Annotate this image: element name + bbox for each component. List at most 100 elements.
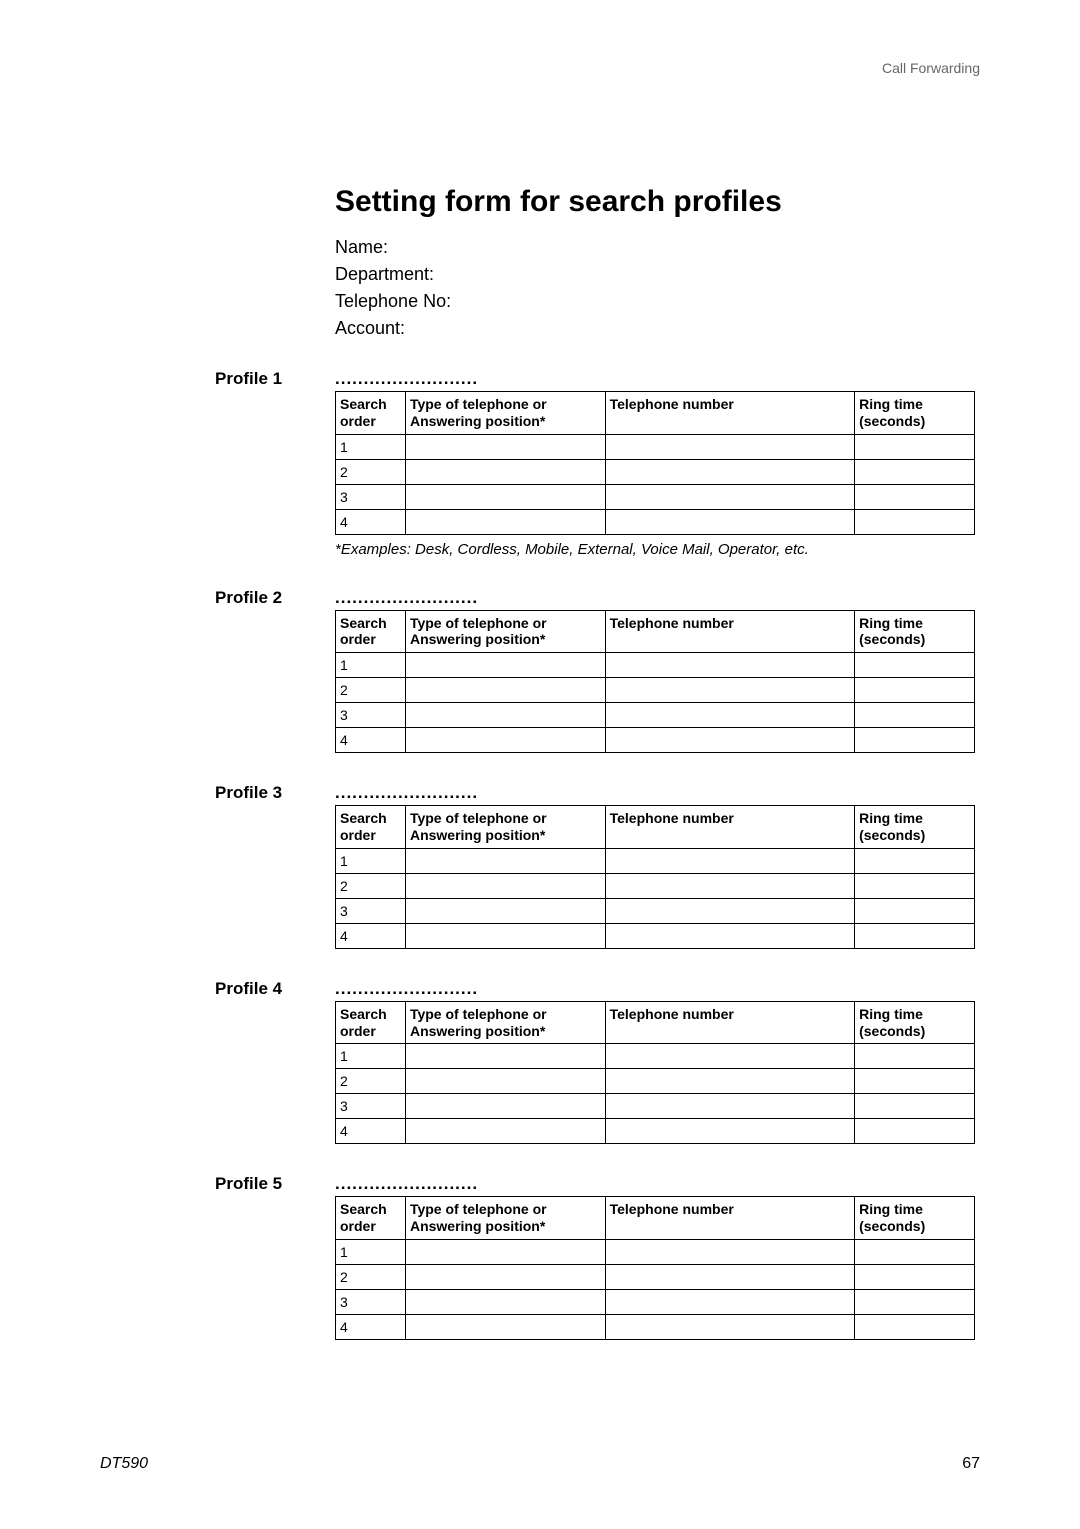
profile-label: Profile 4 bbox=[215, 979, 282, 999]
profile-label: Profile 1 bbox=[215, 369, 282, 389]
cell-empty bbox=[855, 653, 975, 678]
col-search-order: Search order bbox=[336, 392, 406, 435]
col-search-order: Search order bbox=[336, 1197, 406, 1240]
cell-empty bbox=[405, 434, 605, 459]
cell-empty bbox=[605, 1094, 855, 1119]
cell-order: 1 bbox=[336, 848, 406, 873]
table-row: 1 bbox=[336, 434, 975, 459]
cell-empty bbox=[855, 1044, 975, 1069]
col-tel-number: Telephone number bbox=[605, 1001, 855, 1044]
table-row: 1 bbox=[336, 653, 975, 678]
table-row: 2 bbox=[336, 1264, 975, 1289]
table-row: 4 bbox=[336, 509, 975, 534]
cell-empty bbox=[855, 1314, 975, 1339]
footnote: *Examples: Desk, Cordless, Mobile, Exter… bbox=[335, 541, 980, 558]
cell-empty bbox=[605, 459, 855, 484]
col-ring-time: Ring time (seconds) bbox=[855, 392, 975, 435]
col-search-order: Search order bbox=[336, 610, 406, 653]
field-department: Department: bbox=[335, 264, 980, 285]
cell-empty bbox=[855, 484, 975, 509]
col-type: Type of telephone or Answering position* bbox=[405, 392, 605, 435]
dotted-placeholder: ......................... bbox=[335, 588, 980, 608]
cell-empty bbox=[605, 898, 855, 923]
cell-order: 2 bbox=[336, 873, 406, 898]
cell-order: 4 bbox=[336, 728, 406, 753]
cell-empty bbox=[605, 434, 855, 459]
col-ring-time: Ring time (seconds) bbox=[855, 610, 975, 653]
cell-empty bbox=[605, 653, 855, 678]
table-row: 1 bbox=[336, 1044, 975, 1069]
col-search-order: Search order bbox=[336, 1001, 406, 1044]
cell-empty bbox=[855, 898, 975, 923]
cell-empty bbox=[605, 1264, 855, 1289]
cell-order: 1 bbox=[336, 434, 406, 459]
profile-section: Profile 3.........................Search… bbox=[215, 783, 980, 949]
cell-empty bbox=[405, 678, 605, 703]
table-row: 3 bbox=[336, 484, 975, 509]
cell-empty bbox=[855, 509, 975, 534]
dotted-placeholder: ......................... bbox=[335, 1174, 980, 1194]
profile-section: Profile 1.........................Search… bbox=[215, 369, 980, 558]
table-row: 1 bbox=[336, 848, 975, 873]
cell-order: 3 bbox=[336, 703, 406, 728]
cell-order: 4 bbox=[336, 1119, 406, 1144]
cell-empty bbox=[855, 873, 975, 898]
profile-label: Profile 5 bbox=[215, 1174, 282, 1194]
table-row: 1 bbox=[336, 1239, 975, 1264]
cell-empty bbox=[605, 1044, 855, 1069]
cell-order: 1 bbox=[336, 1239, 406, 1264]
table-row: 4 bbox=[336, 1314, 975, 1339]
cell-empty bbox=[405, 1119, 605, 1144]
cell-empty bbox=[405, 898, 605, 923]
cell-empty bbox=[605, 678, 855, 703]
table-row: 2 bbox=[336, 873, 975, 898]
col-tel-number: Telephone number bbox=[605, 1197, 855, 1240]
cell-empty bbox=[855, 728, 975, 753]
cell-empty bbox=[855, 923, 975, 948]
cell-empty bbox=[405, 728, 605, 753]
cell-empty bbox=[405, 1239, 605, 1264]
cell-empty bbox=[405, 848, 605, 873]
profile-label: Profile 2 bbox=[215, 588, 282, 608]
table-row: 2 bbox=[336, 1069, 975, 1094]
table-row: 4 bbox=[336, 923, 975, 948]
cell-empty bbox=[405, 923, 605, 948]
field-name: Name: bbox=[335, 237, 980, 258]
cell-order: 3 bbox=[336, 1094, 406, 1119]
col-ring-time: Ring time (seconds) bbox=[855, 806, 975, 849]
cell-empty bbox=[405, 1289, 605, 1314]
cell-empty bbox=[405, 1069, 605, 1094]
cell-empty bbox=[405, 484, 605, 509]
cell-empty bbox=[855, 1264, 975, 1289]
cell-order: 1 bbox=[336, 653, 406, 678]
cell-order: 2 bbox=[336, 1264, 406, 1289]
cell-order: 2 bbox=[336, 678, 406, 703]
table-row: 4 bbox=[336, 728, 975, 753]
cell-empty bbox=[855, 1119, 975, 1144]
table-row: 3 bbox=[336, 1094, 975, 1119]
cell-empty bbox=[405, 873, 605, 898]
cell-empty bbox=[855, 1289, 975, 1314]
cell-empty bbox=[605, 1289, 855, 1314]
cell-empty bbox=[405, 1044, 605, 1069]
main-content: Setting form for search profiles Name: D… bbox=[0, 0, 1080, 1340]
profile-table: Search orderType of telephone or Answeri… bbox=[335, 610, 975, 754]
col-tel-number: Telephone number bbox=[605, 806, 855, 849]
cell-empty bbox=[605, 1069, 855, 1094]
page-title: Setting form for search profiles bbox=[335, 185, 980, 219]
cell-empty bbox=[605, 1239, 855, 1264]
cell-empty bbox=[855, 1239, 975, 1264]
table-row: 3 bbox=[336, 1289, 975, 1314]
footer-page-number: 67 bbox=[962, 1455, 980, 1473]
col-type: Type of telephone or Answering position* bbox=[405, 610, 605, 653]
dotted-placeholder: ......................... bbox=[335, 979, 980, 999]
table-row: 4 bbox=[336, 1119, 975, 1144]
col-ring-time: Ring time (seconds) bbox=[855, 1001, 975, 1044]
cell-order: 4 bbox=[336, 923, 406, 948]
profile-table: Search orderType of telephone or Answeri… bbox=[335, 391, 975, 535]
col-tel-number: Telephone number bbox=[605, 392, 855, 435]
cell-empty bbox=[855, 1069, 975, 1094]
dotted-placeholder: ......................... bbox=[335, 783, 980, 803]
header-section: Call Forwarding bbox=[882, 60, 980, 76]
table-row: 3 bbox=[336, 898, 975, 923]
